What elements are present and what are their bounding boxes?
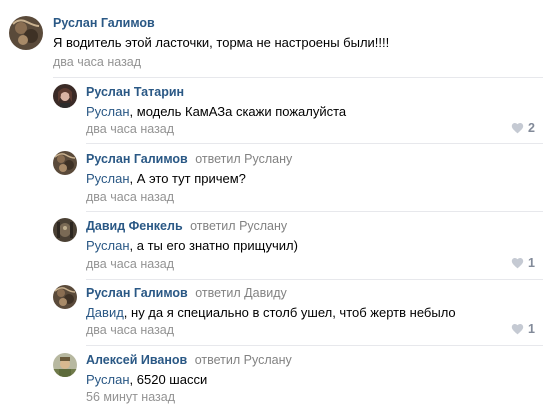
- comment-body: , модель КамАЗа скажи пожалуйста: [129, 104, 347, 119]
- comment-header: Руслан Галимов ответил Руслану: [86, 151, 292, 167]
- reply-to-text: ответил: [195, 286, 241, 300]
- divider: [86, 211, 543, 212]
- avatar[interactable]: [53, 84, 77, 108]
- comment-time[interactable]: два часа назад: [86, 256, 174, 272]
- mention-link[interactable]: Руслан: [86, 372, 130, 387]
- author-name[interactable]: Алексей Иванов: [86, 353, 187, 367]
- comment-body: Я водитель этой ласточки, торма не настр…: [53, 35, 390, 50]
- comment-header: Руслан Галимов ответил Давиду: [86, 285, 287, 301]
- comment-time[interactable]: два часа назад: [86, 322, 174, 338]
- avatar[interactable]: [53, 151, 77, 175]
- reply-target-link[interactable]: Руслану: [244, 353, 292, 367]
- mention-link[interactable]: Давид: [86, 305, 124, 320]
- reply-target-link[interactable]: Давиду: [244, 286, 287, 300]
- like-button[interactable]: 1: [511, 256, 535, 270]
- author-name[interactable]: Руслан Галимов: [53, 16, 155, 30]
- user-avatar-icon: [53, 218, 77, 242]
- like-count: 1: [528, 322, 535, 336]
- reply-to-text: ответил: [194, 353, 241, 367]
- divider: [86, 143, 543, 144]
- comment-body: , 6520 шасси: [129, 372, 208, 387]
- comment-text: Руслан, а ты его знатно прищучил): [86, 237, 298, 254]
- like-button[interactable]: 2: [511, 121, 535, 135]
- comment-body: , а ты его знатно прищучил): [129, 238, 298, 253]
- avatar[interactable]: [53, 353, 77, 377]
- author-name[interactable]: Руслан Галимов: [86, 286, 188, 300]
- user-avatar-icon: [53, 353, 77, 377]
- comment-header: Давид Фенкель ответил Руслану: [86, 218, 287, 234]
- divider: [86, 345, 543, 346]
- divider: [86, 279, 543, 280]
- like-count: 2: [528, 121, 535, 135]
- comment-header: Руслан Галимов: [53, 15, 155, 31]
- mention-link[interactable]: Руслан: [86, 171, 130, 186]
- heart-icon: [511, 258, 524, 269]
- author-name[interactable]: Руслан Галимов: [86, 152, 188, 166]
- comment-body: , ну да я специально в столб ушел, чтоб …: [123, 305, 456, 320]
- comment-body: , А это тут причем?: [129, 171, 246, 186]
- author-name[interactable]: Давид Фенкель: [86, 219, 183, 233]
- heart-icon: [511, 123, 524, 134]
- avatar[interactable]: [53, 285, 77, 309]
- avatar[interactable]: [53, 218, 77, 242]
- like-count: 1: [528, 256, 535, 270]
- like-button[interactable]: 1: [511, 322, 535, 336]
- comment-time[interactable]: 56 минут назад: [86, 389, 175, 405]
- comment-text: Руслан, модель КамАЗа скажи пожалуйста: [86, 103, 346, 120]
- comment-time[interactable]: два часа назад: [53, 54, 141, 70]
- comment-header: Руслан Татарин: [86, 84, 184, 100]
- reply-to-text: ответил: [195, 152, 241, 166]
- avatar[interactable]: [9, 16, 43, 50]
- user-avatar-icon: [53, 84, 77, 108]
- comment-text: Руслан, 6520 шасси: [86, 371, 207, 388]
- comment-time[interactable]: два часа назад: [86, 121, 174, 137]
- comment-time[interactable]: два часа назад: [86, 189, 174, 205]
- mention-link[interactable]: Руслан: [86, 104, 130, 119]
- user-avatar-icon: [9, 16, 43, 50]
- divider: [53, 77, 543, 78]
- reply-to-text: ответил: [190, 219, 236, 233]
- comment-text: Руслан, А это тут причем?: [86, 170, 246, 187]
- comment-header: Алексей Иванов ответил Руслану: [86, 352, 292, 368]
- reply-target-link[interactable]: Руслану: [244, 152, 292, 166]
- reply-target-link[interactable]: Руслану: [239, 219, 287, 233]
- heart-icon: [511, 324, 524, 335]
- user-avatar-icon: [53, 285, 77, 309]
- comment-text: Я водитель этой ласточки, торма не настр…: [53, 34, 389, 51]
- author-name[interactable]: Руслан Татарин: [86, 85, 184, 99]
- mention-link[interactable]: Руслан: [86, 238, 130, 253]
- comment-text: Давид, ну да я специально в столб ушел, …: [86, 304, 456, 321]
- user-avatar-icon: [53, 151, 77, 175]
